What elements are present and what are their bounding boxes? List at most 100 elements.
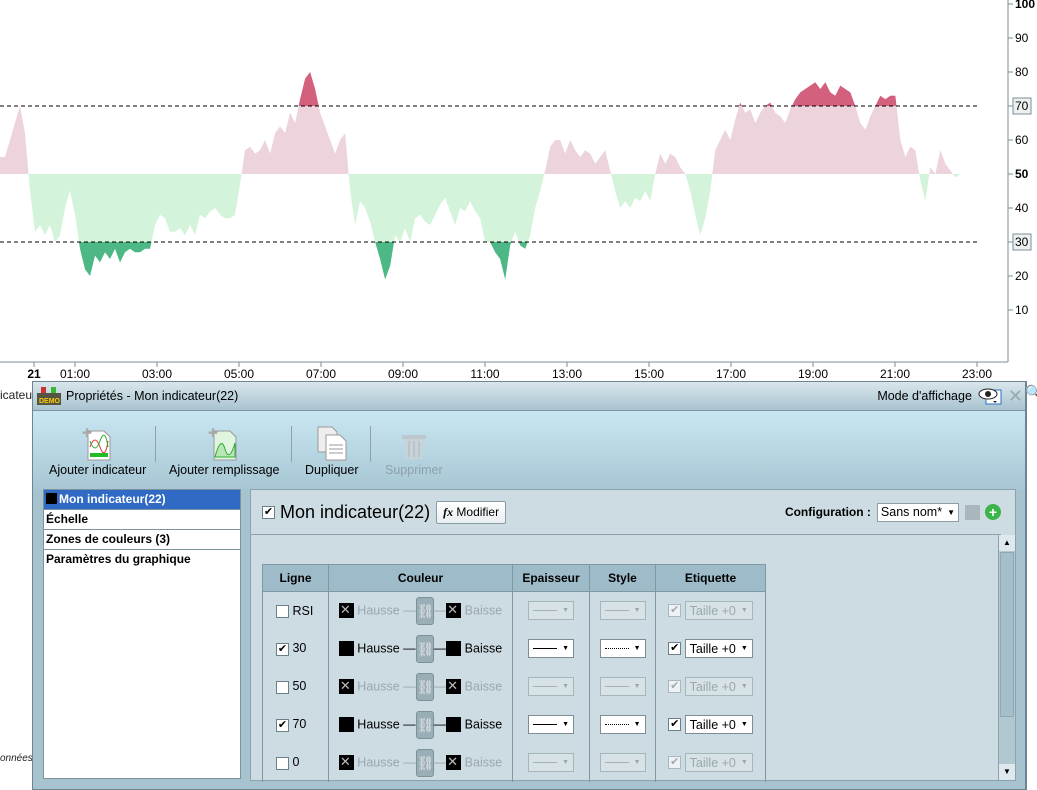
scroll-up-icon[interactable]: ▲: [999, 535, 1015, 551]
column-header: Ligne: [262, 564, 329, 592]
thickness-select[interactable]: ▼: [528, 753, 574, 772]
link-colors-icon[interactable]: ⛓: [415, 672, 434, 701]
label-visible-checkbox[interactable]: ✔: [668, 756, 682, 769]
down-color-swatch[interactable]: [446, 717, 462, 732]
nav-item-chart-params[interactable]: Paramètres du graphique: [44, 550, 240, 570]
x-tick-label: 05:00: [224, 367, 254, 380]
label-size-value: Taille +0: [689, 717, 736, 732]
display-mode-label: Mode d'affichage: [877, 389, 972, 403]
scrollbar-thumb[interactable]: [1000, 552, 1014, 717]
toolbar-separator: [155, 426, 156, 462]
style-select[interactable]: ▼: [599, 601, 646, 621]
nav-item-color-zones[interactable]: Zones de couleurs (3): [44, 530, 240, 550]
line-name: 70: [292, 717, 307, 732]
style-select[interactable]: ▼: [599, 677, 646, 696]
link-colors-icon[interactable]: ⛓: [415, 710, 434, 739]
column-header: Etiquette: [655, 564, 766, 592]
down-color-swatch[interactable]: [446, 602, 462, 619]
label-visible-checkbox[interactable]: ✔: [668, 718, 682, 731]
up-color-swatch[interactable]: [338, 717, 354, 732]
display-mode-eye-icon[interactable]: [978, 386, 1002, 406]
thickness-select[interactable]: ▼: [528, 677, 574, 696]
properties-dialog: DEMO Propriétés - Mon indicateur(22) Mod…: [32, 381, 1026, 790]
thickness-select[interactable]: ▼: [528, 715, 574, 734]
down-color-swatch[interactable]: [446, 678, 462, 694]
style-select[interactable]: ▼: [599, 639, 646, 658]
line-name: 0: [292, 755, 300, 770]
delete-button[interactable]: Supprimer: [385, 421, 443, 477]
column-header: Epaisseur: [512, 564, 590, 592]
config-select[interactable]: Sans nom* ▼: [876, 502, 959, 522]
label-size-select[interactable]: Taille +0 ▼: [684, 601, 753, 621]
toolbar: ✚ Ajouter indicateur ✚ Ajouter remplissa…: [33, 411, 1025, 490]
zoom-icon[interactable]: 🔍: [1025, 384, 1037, 401]
y-tick-label: 100: [1015, 0, 1035, 11]
chevron-down-icon: ▼: [740, 721, 748, 728]
up-label: Hausse: [357, 678, 400, 693]
rsi-chart: 10 20 30 40 50 60 70 80 90 100 21 01:00 03:00 05:00 0…: [0, 0, 1035, 380]
label-size-select[interactable]: Taille +0 ▼: [684, 639, 753, 658]
svg-text:DEMO: DEMO: [39, 398, 61, 405]
line-visible-checkbox[interactable]: ✔: [276, 642, 289, 656]
label-visible-checkbox[interactable]: ✔: [668, 680, 682, 693]
label-size-select[interactable]: Taille +0 ▼: [684, 715, 753, 734]
close-icon[interactable]: ✕: [1008, 386, 1023, 407]
link-colors-icon[interactable]: ⛓: [415, 634, 434, 663]
add-config-icon[interactable]: +: [985, 504, 1001, 520]
line-visible-checkbox[interactable]: [276, 756, 289, 770]
thickness-select[interactable]: ▼: [528, 601, 574, 621]
nav-item-scale[interactable]: Échelle: [44, 510, 240, 530]
scrollbar[interactable]: ▲ ▼: [998, 535, 1015, 780]
x-tick-label: 11:00: [470, 367, 499, 380]
down-label: Baisse: [464, 754, 503, 769]
add-indicator-label: Ajouter indicateur: [49, 463, 147, 477]
up-color-swatch[interactable]: [338, 602, 354, 619]
style-select[interactable]: ▼: [599, 715, 646, 734]
up-color-swatch[interactable]: [338, 678, 354, 694]
label-visible-checkbox[interactable]: ✔: [668, 604, 682, 618]
style-select[interactable]: ▼: [599, 753, 646, 772]
chevron-down-icon: ▼: [740, 759, 748, 766]
label-size-value: Taille +0: [689, 679, 736, 694]
down-color-swatch[interactable]: [446, 641, 462, 656]
x-tick-label: 13:00: [552, 367, 582, 380]
label-size-value: Taille +0: [689, 603, 736, 618]
chevron-down-icon: ▼: [562, 607, 569, 615]
link-colors-icon[interactable]: ⛓: [415, 748, 434, 777]
y-tick-label: 50: [1015, 167, 1029, 181]
table-row: ✔ 30 Hausse —⛓— Baisse ▼ ▼ ✔ Taille +0 ▼: [262, 629, 766, 668]
duplicate-button[interactable]: Dupliquer: [305, 421, 359, 477]
add-fill-button[interactable]: ✚ Ajouter remplissage: [169, 421, 279, 477]
line-visible-checkbox[interactable]: [276, 680, 289, 694]
chevron-down-icon: ▼: [740, 683, 748, 690]
x-tick-label: 09:00: [388, 367, 418, 380]
y-tick-label: 20: [1015, 269, 1029, 283]
up-color-swatch[interactable]: [338, 641, 354, 656]
down-color-swatch[interactable]: [446, 754, 462, 770]
save-icon[interactable]: [965, 504, 980, 520]
chevron-down-icon: ▼: [562, 721, 569, 728]
up-label: Hausse: [357, 716, 400, 731]
demo-logo-icon: DEMO: [37, 387, 61, 405]
indicator-settings-panel: ✔ Mon indicateur(22) fx Modifier Configu…: [250, 489, 1016, 782]
indicator-visible-checkbox[interactable]: ✔: [262, 505, 275, 519]
chevron-down-icon: ▼: [633, 645, 641, 652]
dialog-titlebar[interactable]: DEMO Propriétés - Mon indicateur(22) Mod…: [33, 382, 1025, 411]
add-indicator-button[interactable]: ✚ Ajouter indicateur: [49, 421, 146, 477]
modify-button[interactable]: fx Modifier: [436, 500, 507, 524]
line-visible-checkbox[interactable]: [276, 604, 289, 618]
link-colors-icon[interactable]: ⛓: [415, 596, 434, 625]
label-size-value: Taille +0: [689, 755, 736, 770]
toolbar-separator: [370, 426, 371, 462]
thickness-select[interactable]: ▼: [528, 639, 574, 658]
up-color-swatch[interactable]: [338, 754, 354, 770]
scroll-down-icon[interactable]: ▼: [999, 764, 1015, 780]
label-visible-checkbox[interactable]: ✔: [668, 642, 682, 655]
line-visible-checkbox[interactable]: ✔: [276, 718, 289, 732]
x-tick-label: 03:00: [142, 367, 172, 380]
nav-item-indicator[interactable]: Mon indicateur(22): [44, 490, 240, 510]
svg-text:✚: ✚: [208, 427, 218, 440]
label-size-select[interactable]: Taille +0 ▼: [684, 677, 753, 696]
up-label: Hausse: [357, 603, 400, 618]
label-size-select[interactable]: Taille +0 ▼: [684, 753, 753, 772]
